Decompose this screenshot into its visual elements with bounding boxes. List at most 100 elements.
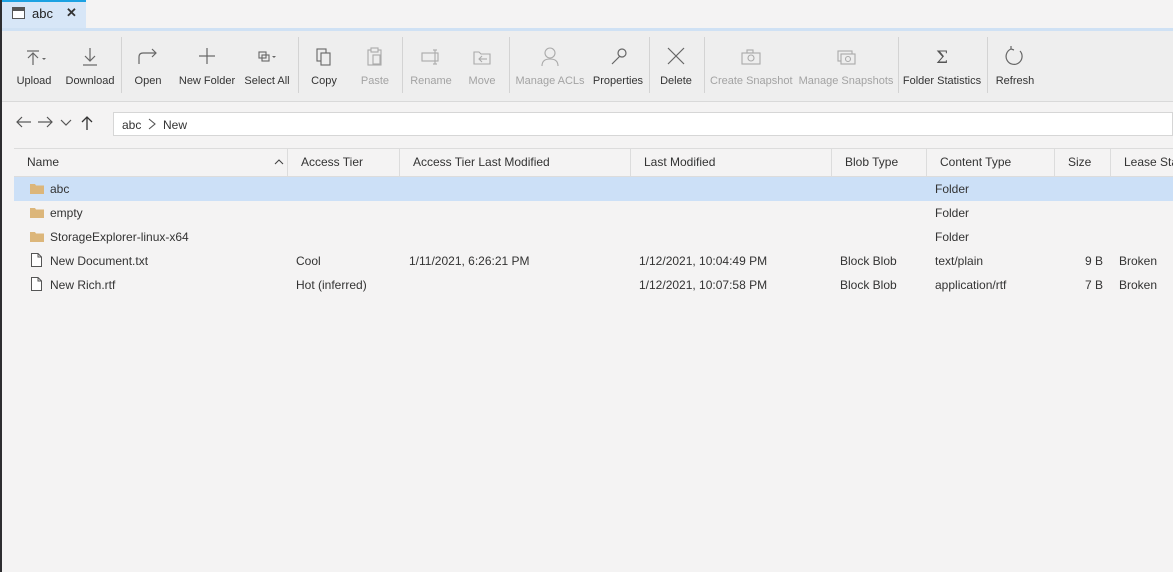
upload-icon <box>10 45 58 71</box>
column-lease-state[interactable]: Lease Sta <box>1124 155 1173 169</box>
rename-button[interactable]: Rename <box>406 39 456 95</box>
open-icon <box>126 45 170 71</box>
refresh-label: Refresh <box>995 75 1035 87</box>
column-blob-type[interactable]: Blob Type <box>845 155 898 169</box>
folder-icon <box>30 232 44 242</box>
download-button[interactable]: Download <box>62 39 118 95</box>
forward-arrow-icon[interactable] <box>37 115 53 129</box>
table-row[interactable]: abc Folder <box>14 177 1173 201</box>
rename-icon <box>406 45 456 71</box>
column-access-tier[interactable]: Access Tier <box>301 155 363 169</box>
refresh-button[interactable]: Refresh <box>992 39 1038 95</box>
row-lease: Broken <box>1119 254 1158 268</box>
row-content-type: text/plain <box>935 254 984 268</box>
folder-icon <box>30 184 44 194</box>
address-bar[interactable]: abc New <box>113 112 1173 136</box>
plus-icon <box>176 45 238 71</box>
new-folder-button[interactable]: New Folder <box>176 39 238 95</box>
create-snapshot-button[interactable]: Create Snapshot <box>710 39 793 95</box>
folder-statistics-label: Folder Statistics <box>902 75 982 87</box>
up-arrow-icon[interactable] <box>80 115 94 131</box>
row-name: abc <box>50 182 70 196</box>
open-button[interactable]: Open <box>126 39 170 95</box>
row-last-modified: 1/12/2021, 10:07:58 PM <box>639 278 768 292</box>
column-content-type[interactable]: Content Type <box>940 155 1011 169</box>
column-divider[interactable] <box>926 149 927 177</box>
column-divider[interactable] <box>399 149 400 177</box>
upload-button[interactable]: Upload <box>10 39 58 95</box>
file-list: Name Access Tier Access Tier Last Modifi… <box>14 148 1173 572</box>
column-divider[interactable] <box>287 149 288 177</box>
table-row[interactable]: StorageExplorer-linux-x64 Folder <box>14 225 1173 249</box>
select-all-label: Select All <box>244 75 290 87</box>
manage-snapshots-button[interactable]: Manage Snapshots <box>798 39 894 95</box>
column-divider[interactable] <box>831 149 832 177</box>
tab-abc[interactable]: abc ✕ <box>2 0 86 28</box>
wrench-icon <box>590 45 646 71</box>
download-icon <box>62 45 118 71</box>
download-label: Download <box>65 75 115 87</box>
chevron-down-icon[interactable] <box>59 115 73 129</box>
row-tier-modified: 1/11/2021, 6:26:21 PM <box>409 254 530 268</box>
tab-bar <box>2 0 1173 29</box>
properties-button[interactable]: Properties <box>590 39 646 95</box>
folder-statistics-button[interactable]: Σ Folder Statistics <box>902 39 982 95</box>
properties-label: Properties <box>592 75 644 87</box>
camera-icon <box>710 45 792 71</box>
toolbar-separator <box>402 37 403 93</box>
chevron-right-icon <box>147 117 157 131</box>
row-blob-type: Block Blob <box>840 254 897 268</box>
breadcrumb-item[interactable]: New <box>163 118 187 132</box>
delete-icon <box>654 45 698 71</box>
row-access-tier: Cool <box>296 254 321 268</box>
create-snapshot-label: Create Snapshot <box>710 75 793 87</box>
table-row[interactable]: empty Folder <box>14 201 1173 225</box>
user-icon <box>514 45 586 71</box>
table-header: Name Access Tier Access Tier Last Modifi… <box>14 148 1173 177</box>
table-row[interactable]: New Rich.rtf Hot (inferred) 1/12/2021, 1… <box>14 273 1173 297</box>
row-content-type: Folder <box>935 230 970 244</box>
toolbar-separator <box>121 37 122 93</box>
row-name: empty <box>50 206 83 220</box>
sort-ascending-icon <box>274 157 284 167</box>
column-divider[interactable] <box>1054 149 1055 177</box>
manage-acls-button[interactable]: Manage ACLs <box>514 39 586 95</box>
select-all-icon <box>242 45 292 71</box>
row-content-type: Folder <box>935 182 970 196</box>
column-last-modified[interactable]: Last Modified <box>644 155 715 169</box>
delete-button[interactable]: Delete <box>654 39 698 95</box>
file-icon <box>31 253 42 267</box>
copy-icon <box>304 45 344 71</box>
row-name: New Rich.rtf <box>50 278 116 292</box>
move-label: Move <box>468 75 496 87</box>
back-arrow-icon[interactable] <box>16 115 32 129</box>
copy-label: Copy <box>311 75 337 87</box>
column-size[interactable]: Size <box>1068 155 1091 169</box>
folder-icon <box>30 208 44 218</box>
toolbar-separator <box>649 37 650 93</box>
copy-button[interactable]: Copy <box>304 39 344 95</box>
rename-label: Rename <box>410 75 452 87</box>
row-blob-type: Block Blob <box>840 278 897 292</box>
breadcrumb-item[interactable]: abc <box>122 118 141 132</box>
window-icon <box>12 7 25 19</box>
move-button[interactable]: Move <box>462 39 502 95</box>
column-name[interactable]: Name <box>27 155 59 169</box>
toolbar-separator <box>704 37 705 93</box>
toolbar-separator <box>509 37 510 93</box>
column-access-tier-last-modified[interactable]: Access Tier Last Modified <box>413 155 550 169</box>
close-icon[interactable]: ✕ <box>66 5 77 21</box>
tab-label: abc <box>32 6 53 21</box>
column-divider[interactable] <box>1110 149 1111 177</box>
toolbar: Upload Download Open New Folder Select A… <box>2 31 1173 102</box>
table-row[interactable]: New Document.txt Cool 1/11/2021, 6:26:21… <box>14 249 1173 273</box>
select-all-button[interactable]: Select All <box>242 39 292 95</box>
row-size: 9 B <box>1084 254 1103 268</box>
paste-icon <box>354 45 396 71</box>
paste-button[interactable]: Paste <box>354 39 396 95</box>
row-name: New Document.txt <box>50 254 149 268</box>
toolbar-separator <box>898 37 899 93</box>
upload-label: Upload <box>16 75 52 87</box>
toolbar-separator <box>987 37 988 93</box>
column-divider[interactable] <box>630 149 631 177</box>
